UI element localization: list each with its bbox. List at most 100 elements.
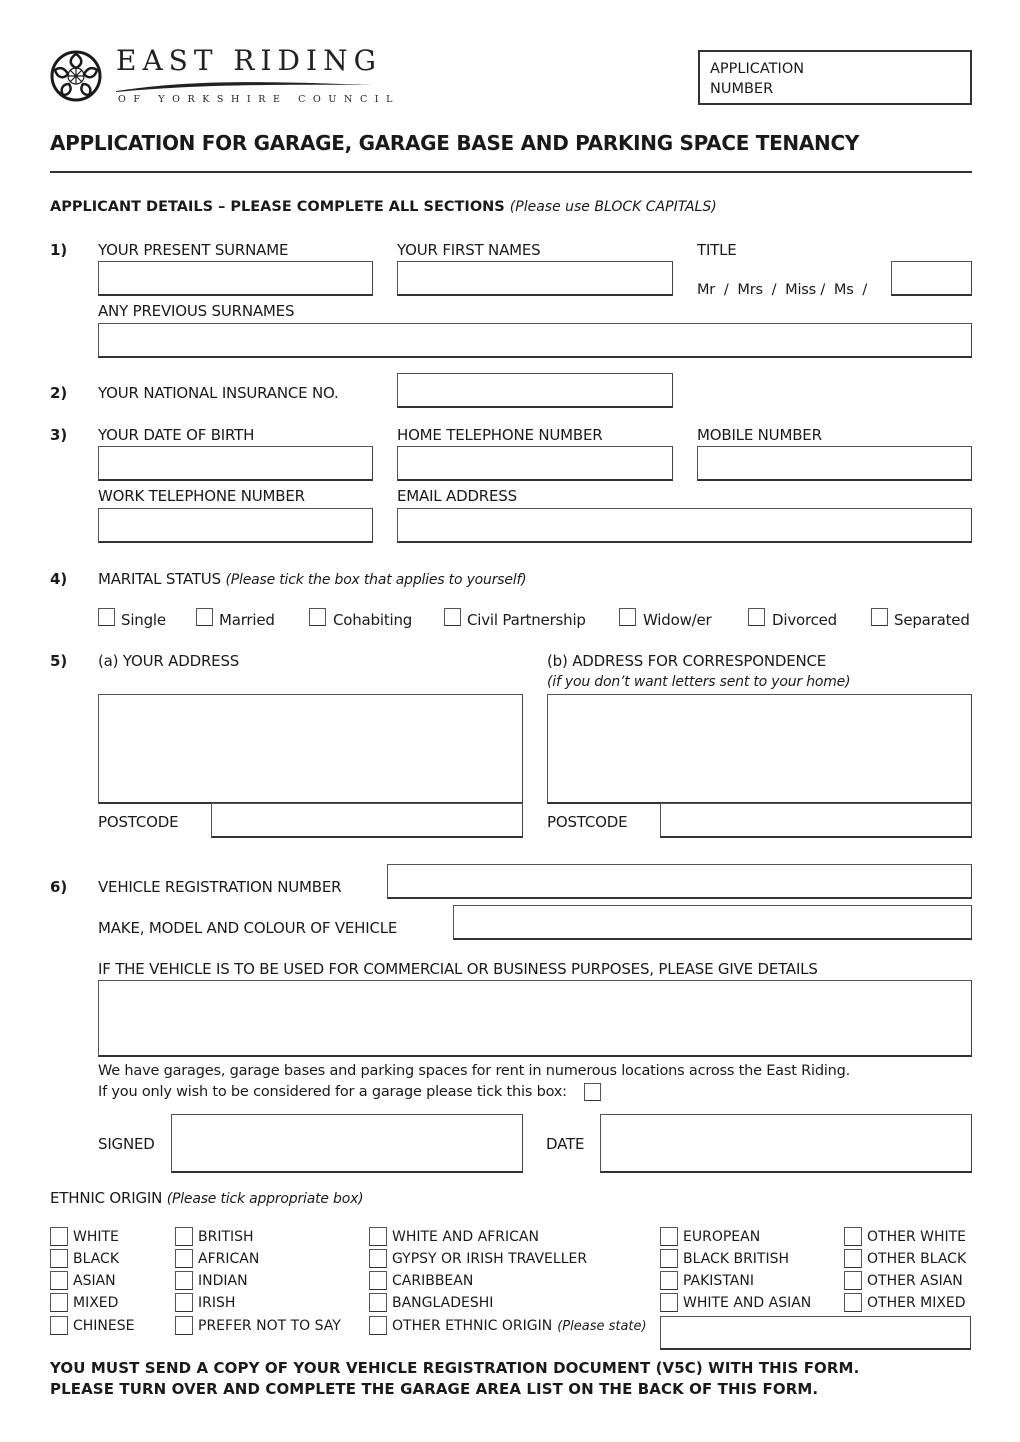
surname-field[interactable]	[98, 261, 373, 296]
question-number-6: 6)	[50, 878, 68, 896]
home-tel-label: HOME TELEPHONE NUMBER	[397, 426, 603, 444]
ethnic-checkbox-african[interactable]	[175, 1249, 193, 1268]
dob-label: YOUR DATE OF BIRTH	[98, 426, 255, 444]
ethnic-option-prefer-not-to-say: PREFER NOT TO SAY	[198, 1318, 341, 1334]
ethnic-option-other-mixed: OTHER MIXED	[867, 1295, 966, 1311]
address-field[interactable]	[98, 694, 523, 804]
marital-checkbox-divorced[interactable]	[748, 608, 765, 626]
yorkshire-rose-icon	[50, 50, 102, 102]
application-number-box[interactable]: APPLICATION NUMBER	[698, 50, 972, 105]
ethnic-checkbox-white[interactable]	[50, 1227, 68, 1246]
council-logo	[48, 48, 104, 104]
ethnic-checkbox-other-ethnic-origin[interactable]	[369, 1316, 387, 1335]
ethnic-checkbox-mixed[interactable]	[50, 1293, 68, 1312]
postcode-field-b[interactable]	[660, 803, 972, 838]
date-field[interactable]	[600, 1114, 972, 1173]
marital-checkbox-single[interactable]	[98, 608, 115, 626]
postcode-label-a: POSTCODE	[98, 813, 179, 831]
ethnic-checkbox-prefer-not-to-say[interactable]	[175, 1316, 193, 1335]
marital-checkbox-widower[interactable]	[619, 608, 636, 626]
marital-status-note: (Please tick the box that applies to you…	[225, 572, 527, 588]
marital-option-separated: Separated	[894, 611, 970, 629]
ethnic-option-other-ethnic-origin: OTHER ETHNIC ORIGIN (Please state)	[392, 1318, 647, 1334]
previous-surnames-label: ANY PREVIOUS SURNAMES	[98, 302, 295, 320]
first-names-label: YOUR FIRST NAMES	[397, 241, 541, 259]
vehicle-make-label: MAKE, MODEL AND COLOUR OF VEHICLE	[98, 919, 398, 937]
surname-label: YOUR PRESENT SURNAME	[98, 241, 289, 259]
ethnic-checkbox-gypsy-or-irish-traveller[interactable]	[369, 1249, 387, 1268]
ethnic-checkbox-caribbean[interactable]	[369, 1271, 387, 1290]
marital-option-cohabiting: Cohabiting	[333, 611, 413, 629]
signature-field[interactable]	[171, 1114, 523, 1173]
ni-field[interactable]	[397, 373, 673, 408]
ethnic-checkbox-asian[interactable]	[50, 1271, 68, 1290]
marital-option-divorced: Divorced	[772, 611, 838, 629]
ethnic-checkbox-white-and-african[interactable]	[369, 1227, 387, 1246]
ethnic-checkbox-black-british[interactable]	[660, 1249, 678, 1268]
ethnic-checkbox-other-black[interactable]	[844, 1249, 862, 1268]
work-tel-label: WORK TELEPHONE NUMBER	[98, 487, 305, 505]
marital-option-single: Single	[121, 611, 166, 629]
address-label: (a) YOUR ADDRESS	[98, 652, 240, 670]
work-tel-field[interactable]	[98, 508, 373, 543]
postcode-label-b: POSTCODE	[547, 813, 628, 831]
ethnic-option-other-asian: OTHER ASIAN	[867, 1273, 963, 1289]
correspondence-address-field[interactable]	[547, 694, 972, 804]
question-number-3: 3)	[50, 426, 68, 444]
ethnic-option-asian: ASIAN	[73, 1273, 116, 1289]
ethnic-option-bangladeshi: BANGLADESHI	[392, 1295, 494, 1311]
postcode-field-a[interactable]	[211, 803, 523, 838]
ethnic-checkbox-irish[interactable]	[175, 1293, 193, 1312]
marital-checkbox-married[interactable]	[196, 608, 213, 626]
dob-field[interactable]	[98, 446, 373, 481]
question-number-1: 1)	[50, 241, 68, 259]
ethnic-checkbox-british[interactable]	[175, 1227, 193, 1246]
mobile-field[interactable]	[697, 446, 972, 481]
garage-only-checkbox[interactable]	[584, 1083, 601, 1101]
home-tel-field[interactable]	[397, 446, 673, 481]
application-number-label-line1: APPLICATION	[710, 61, 805, 77]
ethnic-checkbox-pakistani[interactable]	[660, 1271, 678, 1290]
ethnic-option-african: AFRICAN	[198, 1251, 260, 1267]
ni-label: YOUR NATIONAL INSURANCE NO.	[98, 384, 339, 402]
ethnic-checkbox-other-white[interactable]	[844, 1227, 862, 1246]
ethnic-checkbox-white-and-asian[interactable]	[660, 1293, 678, 1312]
other-ethnic-origin-field[interactable]	[660, 1316, 971, 1350]
other-ethnic-origin-note: (Please state)	[557, 1319, 647, 1334]
ethnic-option-indian: INDIAN	[198, 1273, 248, 1289]
previous-surnames-field[interactable]	[98, 323, 972, 358]
first-names-field[interactable]	[397, 261, 673, 296]
footer-notice-v5c: YOU MUST SEND A COPY OF YOUR VEHICLE REG…	[50, 1359, 860, 1377]
title-other-field[interactable]	[891, 261, 972, 296]
marital-checkbox-separated[interactable]	[871, 608, 888, 626]
vehicle-reg-field[interactable]	[387, 864, 972, 899]
signed-label: SIGNED	[98, 1135, 155, 1153]
ethnic-checkbox-chinese[interactable]	[50, 1316, 68, 1335]
commercial-use-field[interactable]	[98, 980, 972, 1057]
ethnic-checkbox-indian[interactable]	[175, 1271, 193, 1290]
marital-status-title: MARITAL STATUS	[98, 570, 221, 588]
question-number-2: 2)	[50, 384, 68, 402]
ethnic-checkbox-european[interactable]	[660, 1227, 678, 1246]
marital-option-civil-partnership: Civil Partnership	[467, 611, 586, 629]
ethnic-origin-note: (Please tick appropriate box)	[166, 1191, 364, 1207]
ethnic-checkbox-bangladeshi[interactable]	[369, 1293, 387, 1312]
email-field[interactable]	[397, 508, 972, 543]
ethnic-option-white-and-asian: WHITE AND ASIAN	[683, 1295, 812, 1311]
ethnic-option-black-british: BLACK BRITISH	[683, 1251, 790, 1267]
title-options: Mr / Mrs / Miss / Ms /	[697, 282, 868, 298]
mobile-label: MOBILE NUMBER	[697, 426, 822, 444]
ethnic-checkbox-black[interactable]	[50, 1249, 68, 1268]
ethnic-checkbox-other-mixed[interactable]	[844, 1293, 862, 1312]
marital-option-married: Married	[219, 611, 275, 629]
marital-checkbox-civil-partnership[interactable]	[444, 608, 461, 626]
ethnic-option-irish: IRISH	[198, 1295, 236, 1311]
vehicle-make-field[interactable]	[453, 905, 972, 940]
marital-option-widower: Widow/er	[643, 611, 712, 629]
ethnic-option-chinese: CHINESE	[73, 1318, 135, 1334]
marital-checkbox-cohabiting[interactable]	[309, 608, 326, 626]
ethnic-checkbox-other-asian[interactable]	[844, 1271, 862, 1290]
correspondence-label: (b) ADDRESS FOR CORRESPONDENCE	[547, 652, 827, 670]
email-label: EMAIL ADDRESS	[397, 487, 517, 505]
title-label: TITLE	[697, 241, 737, 259]
